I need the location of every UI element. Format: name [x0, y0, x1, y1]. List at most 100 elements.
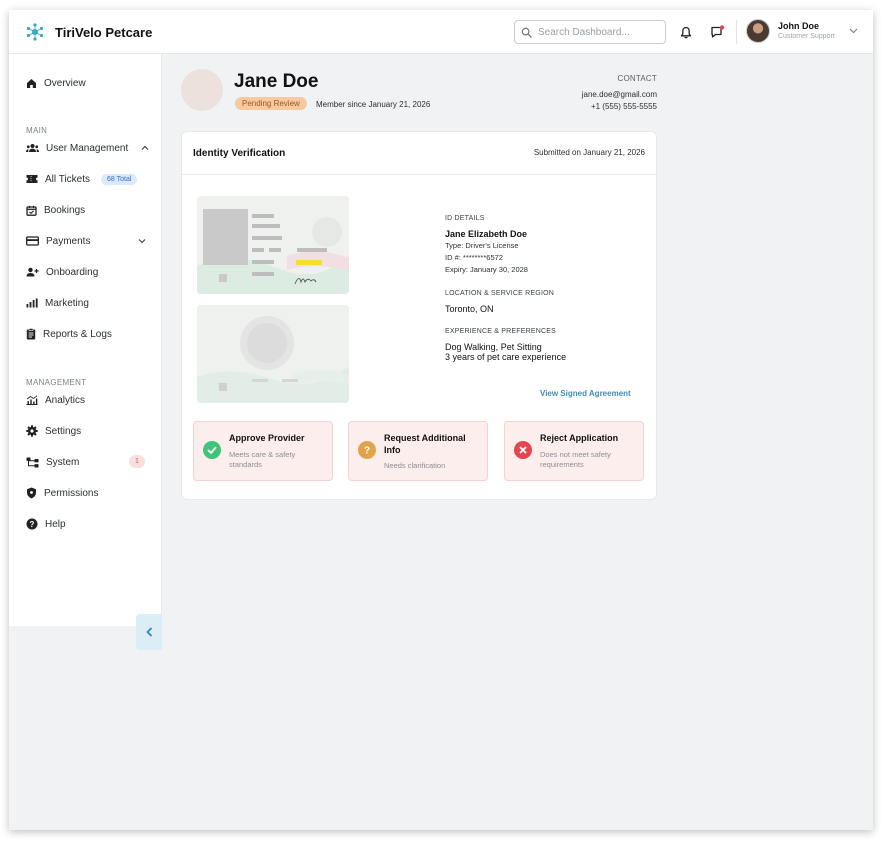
chevron-down-icon	[849, 28, 858, 34]
sidebar-item-all-tickets[interactable]: All Tickets 68 Total	[26, 171, 138, 187]
sidebar-item-label: Payments	[46, 235, 91, 247]
calendar-icon	[26, 205, 37, 216]
id-back-image[interactable]	[197, 305, 349, 403]
contact-block: CONTACT jane.doe@gmail.com +1 (555) 555-…	[582, 73, 657, 113]
ticket-icon	[26, 175, 38, 183]
id-card-back-illustration	[197, 305, 349, 403]
user-role: Customer Support	[778, 32, 835, 40]
reject-application-button[interactable]: Reject Application Does not meet safety …	[504, 421, 644, 481]
users-icon	[26, 144, 39, 152]
brand[interactable]: TiriVelo Petcare	[25, 22, 152, 42]
chevron-up-icon	[141, 145, 149, 150]
system-icon	[26, 457, 39, 467]
location-label: LOCATION & SERVICE REGION	[445, 290, 554, 297]
action-title: Reject Application	[540, 433, 619, 443]
legal-name: Jane Elizabeth Doe	[445, 229, 528, 239]
bell-icon	[680, 26, 692, 38]
section-label-main: MAIN	[26, 126, 48, 135]
sidebar-item-label: Help	[45, 518, 66, 530]
id-details-label: ID DETAILS	[445, 215, 485, 222]
sidebar-item-analytics[interactable]: Analytics	[26, 392, 85, 408]
shield-icon	[27, 487, 36, 499]
status-badge: Pending Review	[235, 97, 307, 110]
user-info: John Doe Customer Support	[778, 21, 835, 42]
applicant-avatar	[181, 69, 223, 111]
search-icon	[521, 27, 532, 38]
brand-name: TiriVelo Petcare	[55, 24, 153, 40]
approve-provider-button[interactable]: Approve Provider Meets care & safety sta…	[193, 421, 333, 481]
analytics-icon	[26, 395, 38, 405]
search-input[interactable]	[538, 26, 656, 38]
tickets-count-badge: 68 Total	[101, 173, 138, 185]
app-window: TiriVelo Petcare John Doe	[9, 10, 873, 830]
id-type: Type: Driver's License	[445, 241, 519, 250]
sidebar-item-label: Onboarding	[46, 266, 99, 278]
applicant-name: Jane Doe	[234, 71, 319, 92]
collapse-sidebar-button[interactable]	[136, 614, 162, 650]
notifications-button[interactable]	[677, 23, 695, 41]
view-signed-agreement-link[interactable]: View Signed Agreement	[540, 389, 631, 398]
bar-chart-icon	[26, 298, 38, 308]
card-title: Identity Verification	[193, 148, 286, 159]
user-menu[interactable]: John Doe Customer Support	[746, 19, 858, 43]
contact-email[interactable]: jane.doe@gmail.com	[582, 89, 657, 101]
messages-button[interactable]	[708, 23, 726, 41]
contact-phone[interactable]: +1 (555) 555-5555	[582, 101, 657, 113]
avatar	[746, 19, 770, 43]
chevron-down-icon	[138, 239, 146, 244]
sidebar-item-label: All Tickets	[45, 173, 91, 185]
system-alert-badge: 1	[129, 455, 145, 468]
user-name: John Doe	[778, 20, 820, 31]
brand-logo-icon	[26, 23, 44, 41]
member-since: Member since January 21, 2026	[316, 100, 431, 109]
svg-text:?: ?	[364, 446, 370, 456]
sidebar-item-label: System	[46, 456, 80, 468]
search-box[interactable]	[514, 20, 666, 44]
request-info-button[interactable]: ? Request Additional Info Needs clarific…	[348, 421, 488, 481]
message-icon	[710, 25, 724, 38]
gear-icon	[26, 425, 38, 437]
sidebar-item-bookings[interactable]: Bookings	[26, 202, 85, 218]
sidebar-item-permissions[interactable]: Permissions	[26, 485, 98, 501]
experience-label: EXPERIENCE & PREFERENCES	[445, 328, 556, 335]
id-expiry: Expiry: January 30, 2028	[445, 265, 528, 274]
sidebar-item-settings[interactable]: Settings	[26, 423, 81, 439]
id-number: ID #: ********6572	[445, 253, 503, 262]
sidebar-item-payments[interactable]: Payments	[26, 233, 146, 249]
sidebar-item-overview[interactable]: Overview	[26, 75, 86, 91]
clipboard-icon	[26, 328, 36, 340]
sidebar-item-label: Marketing	[45, 297, 89, 309]
sidebar-item-label: Reports & Logs	[43, 328, 112, 340]
submitted-date: Submitted on January 21, 2026	[533, 148, 645, 157]
sidebar: Overview MAIN User Management All Ticket…	[9, 54, 162, 650]
id-details: ID DETAILS Jane Elizabeth Doe Type: Driv…	[445, 215, 645, 362]
svg-text:?: ?	[30, 520, 35, 529]
sidebar-item-user-management[interactable]: User Management	[26, 140, 149, 156]
help-icon: ?	[26, 518, 38, 530]
service-preferences: Dog Walking, Pet Sitting	[445, 342, 542, 352]
sidebar-item-label: Bookings	[44, 204, 86, 216]
top-header: TiriVelo Petcare John Doe	[9, 10, 873, 54]
experience-summary: 3 years of pet care experience	[445, 352, 567, 362]
sidebar-item-label: Permissions	[44, 487, 99, 499]
sidebar-item-help[interactable]: ? Help	[26, 516, 66, 532]
sidebar-item-label: Analytics	[45, 394, 86, 406]
header-divider	[736, 20, 737, 44]
sidebar-item-label: Settings	[45, 425, 82, 437]
sidebar-item-marketing[interactable]: Marketing	[26, 295, 89, 311]
identity-verification-card: Identity Verification Submitted on Janua…	[181, 131, 657, 500]
chevron-left-icon	[145, 627, 152, 637]
sidebar-item-onboarding[interactable]: Onboarding	[26, 264, 98, 280]
action-title: Request Additional Info	[384, 433, 466, 455]
check-icon	[203, 441, 221, 459]
add-user-icon	[26, 267, 39, 277]
sidebar-item-system[interactable]: System	[26, 454, 79, 470]
sidebar-item-reports-logs[interactable]: Reports & Logs	[26, 326, 112, 342]
id-front-image[interactable]	[197, 196, 349, 294]
home-icon	[27, 78, 36, 88]
action-title: Approve Provider	[229, 433, 305, 443]
sidebar-item-label: Overview	[44, 77, 86, 89]
sidebar-item-label: User Management	[46, 142, 129, 154]
action-subtitle: Meets care & safety standards	[229, 450, 296, 469]
contact-label: CONTACT	[617, 74, 657, 83]
